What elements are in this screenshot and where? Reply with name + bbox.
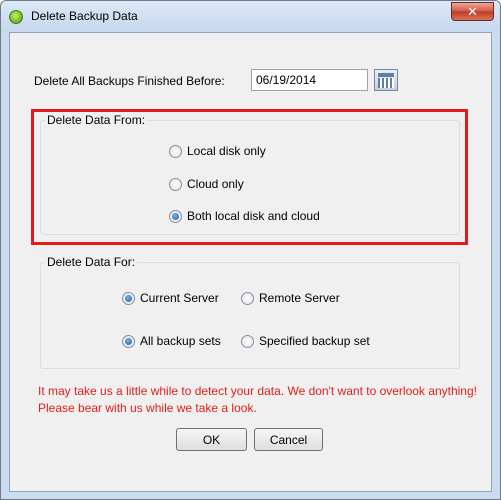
radio-button-selected-icon — [122, 291, 135, 305]
radio-all-backup-sets[interactable]: All backup sets — [122, 334, 221, 348]
radio-label: All backup sets — [140, 334, 221, 348]
radio-label: Specified backup set — [259, 334, 370, 348]
calendar-button[interactable] — [374, 69, 398, 91]
cancel-button[interactable]: Cancel — [254, 428, 323, 451]
warning-message: It may take us a little while to detect … — [38, 384, 477, 415]
radio-label: Current Server — [140, 291, 219, 305]
delete-for-group — [40, 262, 460, 369]
radio-label: Remote Server — [259, 291, 340, 305]
radio-button-selected-icon — [122, 334, 135, 348]
radio-button-icon — [241, 291, 254, 305]
radio-current-server[interactable]: Current Server — [122, 291, 219, 305]
red-highlight-frame — [31, 109, 468, 245]
ok-button[interactable]: OK — [176, 428, 247, 451]
date-filter-label: Delete All Backups Finished Before: — [34, 74, 225, 88]
window-title: Delete Backup Data — [31, 9, 138, 23]
delete-for-title: Delete Data For: — [45, 255, 138, 269]
radio-remote-server[interactable]: Remote Server — [241, 291, 340, 305]
radio-specified-backup-set[interactable]: Specified backup set — [241, 334, 370, 348]
close-icon: ✕ — [467, 3, 478, 19]
app-icon — [9, 10, 23, 24]
radio-button-icon — [241, 334, 254, 348]
close-button[interactable]: ✕ — [451, 2, 494, 21]
date-input[interactable] — [251, 69, 368, 91]
title-bar[interactable]: Delete Backup Data ✕ — [1, 1, 500, 32]
